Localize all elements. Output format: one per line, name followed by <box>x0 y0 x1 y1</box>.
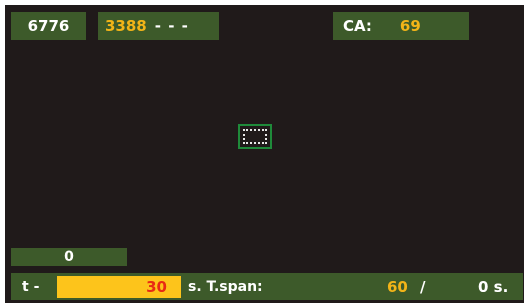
ca-value: 69 <box>399 17 421 35</box>
target-inner-outline <box>243 129 267 144</box>
score-panel: 6776 <box>11 12 86 40</box>
counter-value: 0 <box>64 249 74 265</box>
ca-panel: CA: 69 <box>333 12 469 40</box>
t-label: t - <box>22 278 40 295</box>
half-score-dashes: - - - <box>154 17 189 35</box>
game-screen: 6776 3388 - - - CA: 69 0 t - s. T.span: … <box>0 0 524 303</box>
score-value: 6776 <box>27 17 70 35</box>
tspan-slash: / <box>420 277 426 296</box>
half-score-panel: 3388 - - - <box>98 12 219 40</box>
target-box[interactable] <box>238 124 272 149</box>
counter-panel: 0 <box>11 248 127 266</box>
ca-label: CA: <box>343 17 372 35</box>
t-input[interactable] <box>57 276 181 298</box>
seconds-label: 0 s. <box>478 277 509 296</box>
tspan-value: 60 <box>387 277 408 296</box>
half-score-value: 3388 <box>105 17 147 35</box>
time-control-bar: t - s. T.span: 60 / 0 s. <box>11 273 523 300</box>
tspan-label: s. T.span: <box>188 278 263 295</box>
